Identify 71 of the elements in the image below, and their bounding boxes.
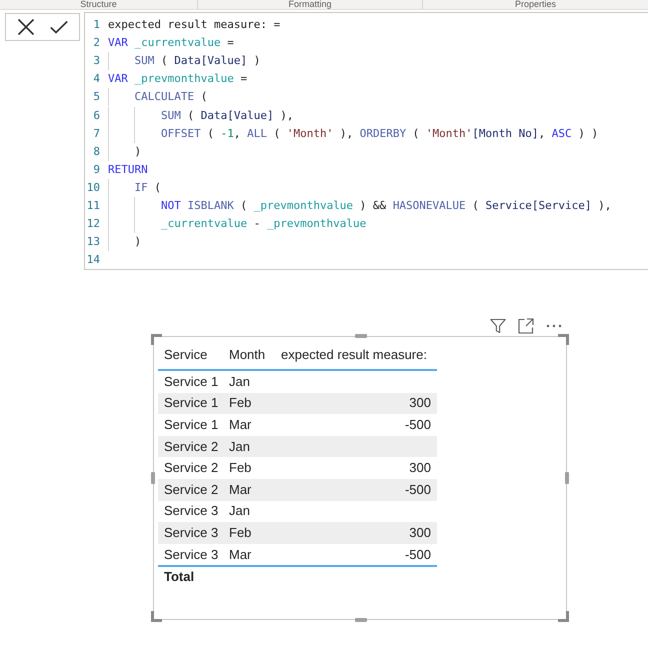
line-number: 3 (92, 54, 100, 68)
line-number: 9 (92, 162, 100, 177)
total-label: Total (163, 569, 194, 586)
resize-handle[interactable] (151, 611, 162, 622)
table-cell-text: Service 1 (163, 395, 218, 412)
resize-handle[interactable] (355, 618, 367, 622)
line-number: 1 (92, 18, 100, 32)
ribbon-group-label: Formatting (288, 0, 332, 9)
table-cell-text: Service 3 (163, 503, 218, 520)
table-cell-text: Jan (228, 503, 250, 520)
code-line: VAR _currentvalue = (108, 35, 234, 52)
table-cell-text: Mar (228, 482, 252, 498)
table-cell-text: Mar (228, 416, 252, 433)
line-number: 8 (92, 144, 100, 159)
code-line: NOT ISBLANK ( _prevmonthvalue ) && HASONEVALUE ( Service[Service] ), (108, 196, 612, 215)
table-cell-text: -500 (404, 482, 432, 498)
table-cell-text: -500 (404, 416, 432, 433)
table-cell-text: Service 2 (163, 482, 218, 498)
ribbon-group-label: Structure (80, 0, 117, 9)
expand-icon[interactable] (518, 318, 534, 334)
resize-handle[interactable] (558, 334, 569, 345)
resize-handle[interactable] (355, 334, 367, 338)
table-cell-text: Service 1 (163, 416, 218, 433)
resize-handle[interactable] (558, 611, 569, 622)
column-header[interactable]: expected result measure: (275, 346, 427, 362)
ribbon-group-label: Properties (514, 0, 556, 9)
column-header[interactable]: Service (158, 346, 208, 362)
line-number: 12 (86, 217, 100, 232)
line-number: 2 (92, 36, 100, 50)
line-number: 13 (86, 235, 100, 250)
code-line: RETURN (108, 162, 148, 178)
table-cell-text: Service 3 (163, 546, 218, 563)
checkmark-icon (50, 18, 68, 36)
formula-editor[interactable] (84, 12, 648, 270)
code-line: ) (108, 142, 142, 161)
line-number: 5 (92, 90, 100, 104)
code-line: ) (108, 233, 142, 252)
table-cell-text: Feb (228, 460, 252, 476)
code-line: CALCULATE ( (108, 88, 208, 106)
code-line: OFFSET ( -1, ALL ( 'Month' ), ORDERBY ( 'Month'[Month No], ASC ) ) (108, 124, 598, 143)
cross-icon (17, 18, 35, 36)
table-cell-text: Service 2 (163, 460, 218, 476)
code-line: SUM ( Data[Value] ) (108, 52, 260, 70)
code-line: _currentvalue - _prevmonthvalue (108, 215, 366, 234)
line-number: 7 (92, 126, 100, 141)
table-cell-text: Mar (228, 546, 252, 563)
code-line: VAR _prevmonthvalue = (108, 71, 248, 88)
code-line: expected result measure: = (108, 17, 280, 34)
resize-handle[interactable] (151, 472, 155, 484)
table-cell-text: 300 (409, 524, 432, 541)
line-number: 14 (86, 253, 100, 268)
code-line: IF ( (108, 178, 161, 197)
table-cell-text: Jan (228, 374, 250, 390)
table-cell-text: Feb (228, 524, 252, 541)
table-cell-text: Service 3 (163, 524, 218, 541)
table-cell-text: Service 2 (163, 438, 218, 455)
table-cell-text: 300 (409, 395, 432, 412)
filter-icon[interactable] (490, 318, 506, 334)
table-cell-text: Service 1 (163, 374, 218, 390)
code-line: SUM ( Data[Value] ), (108, 106, 294, 125)
column-header[interactable]: Month (225, 346, 266, 362)
line-number: 4 (92, 72, 100, 86)
resize-handle[interactable] (565, 472, 569, 484)
resize-handle[interactable] (151, 334, 162, 345)
table-cell-text: 300 (409, 460, 432, 476)
line-number: 6 (92, 108, 100, 123)
table-cell-text: -500 (404, 546, 432, 563)
line-number: 10 (86, 180, 100, 195)
table-cell-text: Feb (228, 395, 252, 412)
table-cell-text: Jan (228, 438, 250, 455)
line-number: 11 (86, 198, 100, 213)
